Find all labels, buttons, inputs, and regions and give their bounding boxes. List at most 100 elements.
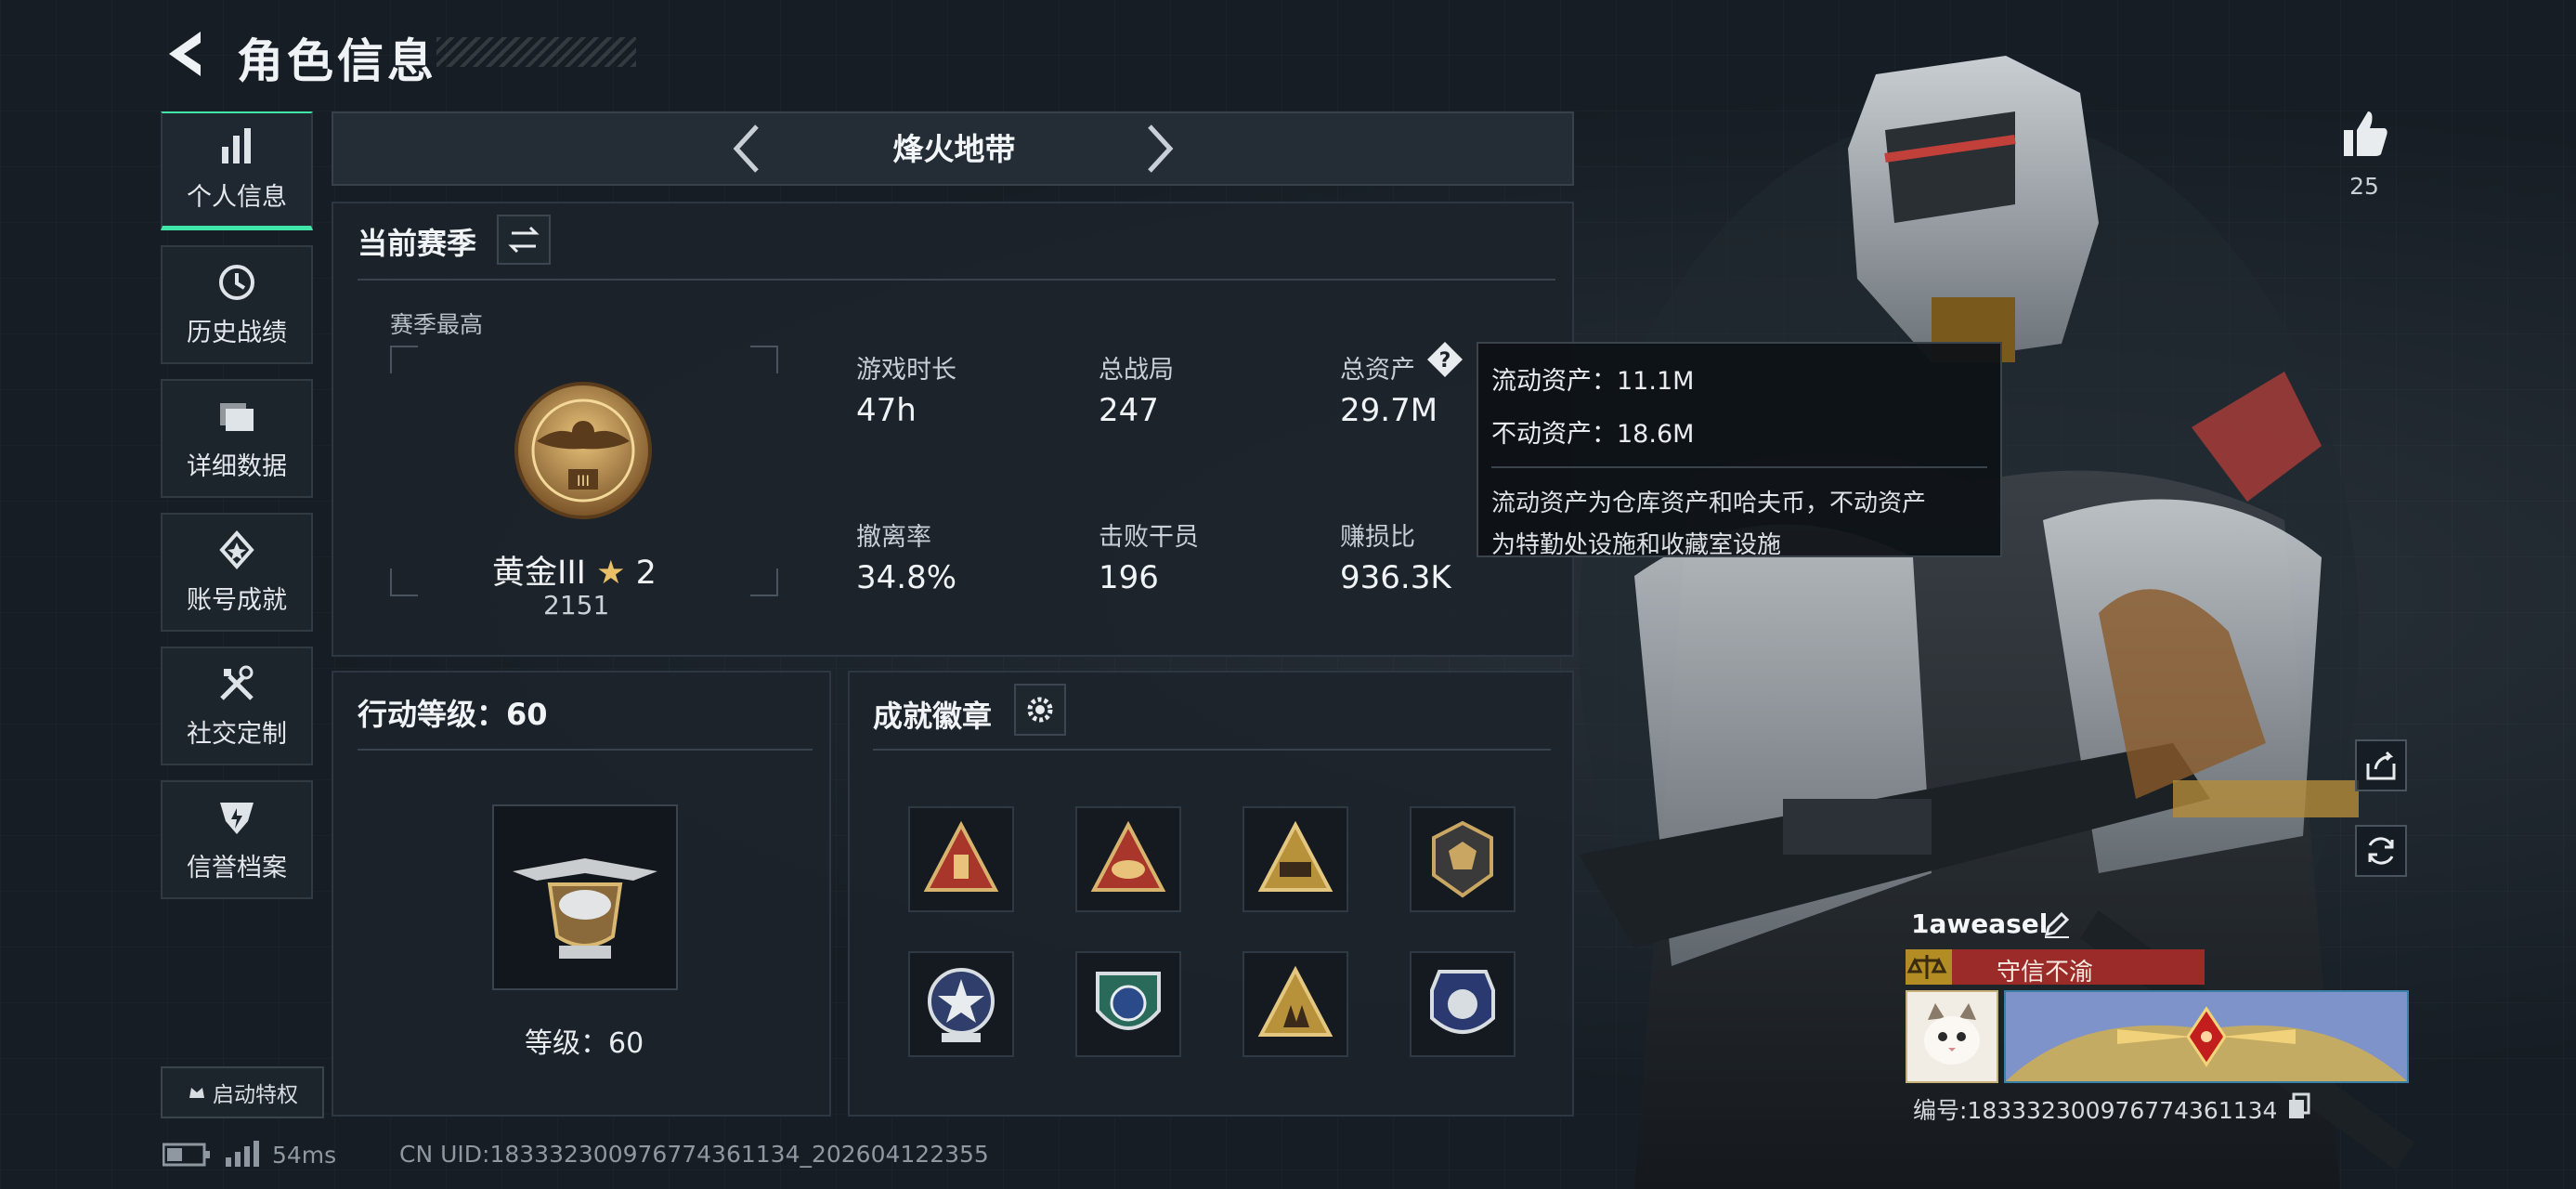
stat-value-total-assets: 29.7M	[1340, 392, 1438, 429]
history-clock-icon	[219, 264, 254, 300]
stat-label-total-assets: 总资产	[1340, 356, 1415, 385]
edit-pencil-icon[interactable]	[2041, 908, 2073, 940]
player-name: 1aweasel	[1911, 908, 2049, 939]
achievement-badge[interactable]	[908, 806, 1014, 912]
badge-triangle-truck-icon	[1257, 820, 1334, 892]
serial-number: 编号:1833323009767743611​34	[1913, 1097, 2278, 1124]
sidebar-item-label: 信誉档案	[187, 853, 287, 882]
tooltip-divider	[1491, 466, 1987, 468]
level-value: 等级：60	[525, 1027, 644, 1060]
privilege-button[interactable]: 启动特权	[161, 1066, 324, 1118]
like-count: 25	[2349, 173, 2379, 200]
sidebar-item-personal-info[interactable]: 个人信息	[161, 111, 313, 230]
stat-label-playtime: 游戏时长	[856, 356, 956, 385]
share-button[interactable]	[2355, 739, 2407, 791]
privilege-label: 启动特权	[213, 1083, 298, 1107]
achievement-badge[interactable]	[1242, 806, 1348, 912]
achievement-badge[interactable]	[1410, 951, 1516, 1057]
stat-value-playtime: 47h	[856, 392, 917, 429]
achievement-badge[interactable]	[908, 951, 1014, 1057]
tooltip-fixed-assets: 不动资产：18.6M	[1491, 420, 1695, 449]
badge-triangle-figures-icon	[1257, 965, 1334, 1037]
stat-value-total-matches: 247	[1099, 392, 1159, 429]
badge-green-shield-icon	[1096, 972, 1161, 1030]
achievement-medal-icon	[219, 529, 254, 569]
prev-mode-arrow-icon[interactable]	[729, 121, 766, 176]
privilege-icon	[189, 1088, 204, 1098]
thumbs-up-icon[interactable]	[2336, 106, 2392, 162]
status-bar: 54ms	[163, 1141, 336, 1169]
next-mode-arrow-icon[interactable]	[1140, 121, 1177, 176]
gold-rank-emblem-icon: III	[514, 382, 652, 519]
season-title: 当前赛季	[358, 226, 477, 261]
gear-icon	[1027, 697, 1053, 723]
swap-icon	[508, 226, 540, 254]
achievement-badge[interactable]	[1075, 806, 1181, 912]
star-icon: ★	[596, 555, 626, 592]
stat-label-extract-rate: 撤离率	[856, 523, 931, 552]
sidebar-item-label: 个人信息	[187, 183, 287, 212]
stat-value-profit-ratio: 936.3K	[1340, 559, 1451, 596]
level-title: 行动等级：60	[358, 697, 548, 732]
badge-police-shield-icon	[1430, 970, 1495, 1034]
sidebar-item-social[interactable]: 社交定制	[161, 647, 313, 765]
rank-stars: 2	[635, 555, 657, 592]
ornate-banner-image	[2006, 992, 2407, 1081]
tooltip-desc-line1: 流动资产为仓库资产和哈夫币，不动资产	[1491, 490, 1927, 517]
level-badge-frame	[492, 804, 678, 990]
sidebar-item-history[interactable]: 历史战绩	[161, 245, 313, 364]
swap-season-button[interactable]	[497, 215, 551, 265]
achievement-badge[interactable]	[1075, 951, 1181, 1057]
folder-icon	[220, 402, 254, 431]
achievement-settings-button[interactable]	[1014, 684, 1066, 736]
rank-score: 2151	[543, 590, 610, 621]
svg-text:?: ?	[1439, 349, 1451, 372]
tooltip-liquid-assets: 流动资产：11.1M	[1491, 367, 1695, 396]
helicopter-badge-icon	[513, 858, 657, 959]
badge-triangle-usb-icon	[923, 820, 999, 892]
badge-hexagon-shield-icon	[1432, 820, 1493, 898]
mode-name: 烽火地带	[892, 131, 1016, 167]
rank-name: 黄金III ★ 2	[492, 546, 657, 594]
bar-chart-icon	[222, 128, 251, 163]
badge-triangle-hat-icon	[1090, 820, 1166, 892]
sidebar-item-label: 详细数据	[187, 451, 287, 481]
sidebar-item-achievements[interactable]: 账号成就	[161, 513, 313, 632]
sidebar-item-detailed-data[interactable]: 详细数据	[161, 379, 313, 498]
back-arrow-icon[interactable]	[160, 28, 210, 80]
season-best-label: 赛季最高	[390, 311, 484, 338]
title-decoration	[436, 37, 636, 67]
refresh-button[interactable]	[2355, 825, 2407, 877]
sidebar-item-label: 社交定制	[187, 719, 287, 749]
sidebar: 个人信息 历史战绩 详细数据 账号成就 社交定制 信誉档案	[161, 111, 313, 914]
sidebar-item-reputation[interactable]: 信誉档案	[161, 780, 313, 899]
tooltip-desc-line2: 为特勤处设施和收藏室设施	[1491, 531, 1782, 559]
page-title: 角色信息	[237, 34, 437, 88]
scale-icon	[1906, 955, 1947, 979]
rank-name-text: 黄金III	[492, 555, 586, 592]
latency-text: 54ms	[272, 1141, 337, 1169]
profile-banner[interactable]	[2004, 990, 2409, 1083]
tools-icon	[220, 665, 254, 700]
copy-icon[interactable]	[2286, 1092, 2312, 1120]
share-icon	[2366, 751, 2396, 780]
achievement-badge[interactable]	[1410, 806, 1516, 912]
season-divider	[358, 279, 1555, 281]
badge-star-seal-icon	[928, 968, 995, 1042]
signal-icon	[226, 1141, 259, 1167]
sidebar-item-label: 历史战绩	[187, 318, 287, 347]
avatar[interactable]	[1906, 990, 1998, 1083]
stat-value-operators-defeated: 196	[1099, 559, 1159, 596]
uid-text: CN UID:1833323009767743611​34_2026041223…	[399, 1141, 989, 1168]
sidebar-item-label: 账号成就	[187, 585, 287, 615]
stat-value-extract-rate: 34.8%	[856, 559, 957, 596]
stat-label-operators-defeated: 击败干员	[1099, 523, 1199, 552]
asset-tooltip: 流动资产：11.1M 不动资产：18.6M 流动资产为仓库资产和哈夫币，不动资产…	[1477, 342, 2002, 559]
shield-badge-icon	[220, 802, 254, 834]
cat-avatar-icon	[1907, 992, 1997, 1081]
trust-label: 守信不渝	[1997, 959, 2094, 986]
refresh-icon	[2368, 837, 2394, 865]
achievement-badge[interactable]	[1242, 951, 1348, 1057]
help-icon[interactable]: ?	[1425, 340, 1464, 379]
level-divider	[358, 749, 813, 751]
